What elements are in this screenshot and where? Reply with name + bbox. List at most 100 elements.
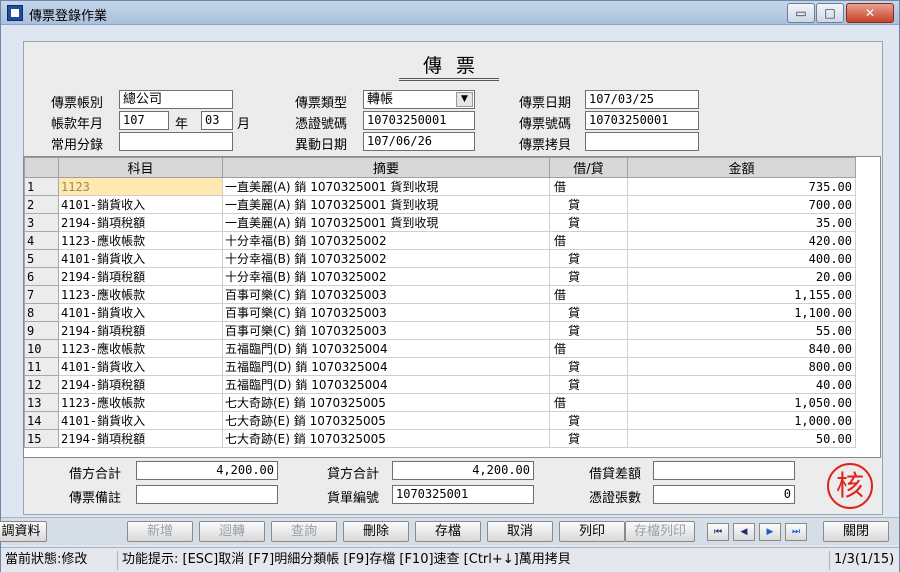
account-cell[interactable]: 4101-銷貨收入 <box>58 195 223 214</box>
account-cell[interactable]: 4101-銷貨收入 <box>58 357 223 376</box>
summary-cell[interactable]: 五福臨門(D) 銷 1070325004 <box>222 357 550 376</box>
summary-cell[interactable]: 百事可樂(C) 銷 1070325003 <box>222 285 550 304</box>
row-number[interactable]: 12 <box>24 375 59 394</box>
summary-cell[interactable]: 十分幸福(B) 銷 1070325002 <box>222 231 550 250</box>
fetch-data-button[interactable]: 調資料 <box>0 521 47 542</box>
table-row[interactable]: 15 2194-銷項稅額 七大奇跡(E) 銷 1070325005 貸 50.00 <box>24 429 856 448</box>
account-cell[interactable]: 2194-銷項稅額 <box>58 375 223 394</box>
query-button[interactable]: 查詢 <box>271 521 337 542</box>
add-button[interactable]: 新增 <box>127 521 193 542</box>
amount-cell[interactable]: 55.00 <box>627 321 856 340</box>
summary-cell[interactable]: 十分幸福(B) 銷 1070325002 <box>222 249 550 268</box>
dc-cell[interactable]: 貸 <box>549 321 628 340</box>
previous-record-icon[interactable]: ◀ <box>733 523 755 541</box>
common-entry-field[interactable] <box>119 132 233 151</box>
table-row[interactable]: 5 4101-銷貨收入 十分幸福(B) 銷 1070325002 貸 400.00 <box>24 249 856 268</box>
row-number[interactable]: 2 <box>24 195 59 214</box>
account-cell[interactable]: 1123-應收帳款 <box>58 393 223 412</box>
dc-cell[interactable]: 貸 <box>549 429 628 448</box>
close-button[interactable]: 關閉 <box>823 521 889 542</box>
amount-cell[interactable]: 35.00 <box>627 213 856 232</box>
print-button[interactable]: 列印 <box>559 521 625 542</box>
last-record-icon[interactable]: ⏭ <box>785 523 807 541</box>
minimize-button[interactable]: ▭ <box>787 3 815 23</box>
table-row[interactable]: 12 2194-銷項稅額 五福臨門(D) 銷 1070325004 貸 40.00 <box>24 375 856 394</box>
row-number[interactable]: 5 <box>24 249 59 268</box>
header-account[interactable]: 科目 <box>58 157 223 178</box>
dc-cell[interactable]: 貸 <box>549 213 628 232</box>
summary-cell[interactable]: 百事可樂(C) 銷 1070325003 <box>222 321 550 340</box>
dc-cell[interactable]: 借 <box>549 177 628 196</box>
dc-cell[interactable]: 借 <box>549 339 628 358</box>
dc-cell[interactable]: 借 <box>549 285 628 304</box>
number-field[interactable]: 10703250001 <box>585 111 699 130</box>
account-cell[interactable]: 4101-銷貨收入 <box>58 303 223 322</box>
row-number[interactable]: 7 <box>24 285 59 304</box>
table-row[interactable]: 9 2194-銷項稅額 百事可樂(C) 銷 1070325003 貸 55.00 <box>24 321 856 340</box>
summary-cell[interactable]: 一直美麗(A) 銷 1070325001 貨到收現 <box>222 177 550 196</box>
account-cell[interactable]: 4101-銷貨收入 <box>58 249 223 268</box>
amount-cell[interactable]: 840.00 <box>627 339 856 358</box>
maximize-button[interactable]: □ <box>816 3 844 23</box>
amount-cell[interactable]: 40.00 <box>627 375 856 394</box>
account-cell[interactable]: 1123-應收帳款 <box>58 339 223 358</box>
amount-cell[interactable]: 1,000.00 <box>627 411 856 430</box>
bill-number-field[interactable]: 1070325001 <box>392 485 534 504</box>
row-number[interactable]: 8 <box>24 303 59 322</box>
summary-cell[interactable]: 十分幸福(B) 銷 1070325002 <box>222 267 550 286</box>
dc-cell[interactable]: 貸 <box>549 303 628 322</box>
first-record-icon[interactable]: ⏮ <box>707 523 729 541</box>
amount-cell[interactable]: 420.00 <box>627 231 856 250</box>
dc-cell[interactable]: 貸 <box>549 411 628 430</box>
amount-cell[interactable]: 700.00 <box>627 195 856 214</box>
amount-cell[interactable]: 1,155.00 <box>627 285 856 304</box>
type-select[interactable]: 轉帳 ▼ <box>363 90 475 109</box>
account-cell[interactable]: 2194-銷項稅額 <box>58 321 223 340</box>
summary-cell[interactable]: 五福臨門(D) 銷 1070325004 <box>222 375 550 394</box>
dc-cell[interactable]: 借 <box>549 393 628 412</box>
account-cell[interactable]: 2194-銷項稅額 <box>58 429 223 448</box>
cancel-button[interactable]: 取消 <box>487 521 553 542</box>
account-cell[interactable]: 2194-銷項稅額 <box>58 213 223 232</box>
dc-cell[interactable]: 借 <box>549 231 628 250</box>
table-row[interactable]: 1 1123 一直美麗(A) 銷 1070325001 貨到收現借 735.00 <box>24 177 856 196</box>
date-field[interactable]: 107/03/25 <box>585 90 699 109</box>
table-row[interactable]: 3 2194-銷項稅額 一直美麗(A) 銷 1070325001 貨到收現貸 35.0… <box>24 213 856 232</box>
dc-cell[interactable]: 貸 <box>549 249 628 268</box>
row-number[interactable]: 15 <box>24 429 59 448</box>
amount-cell[interactable]: 50.00 <box>627 429 856 448</box>
table-row[interactable]: 10 1123-應收帳款 五福臨門(D) 銷 1070325004 借 840.00 <box>24 339 856 358</box>
amount-cell[interactable]: 735.00 <box>627 177 856 196</box>
table-row[interactable]: 4 1123-應收帳款 十分幸福(B) 銷 1070325002 借 420.00 <box>24 231 856 250</box>
summary-cell[interactable]: 七大奇跡(E) 銷 1070325005 <box>222 393 550 412</box>
amount-cell[interactable]: 20.00 <box>627 267 856 286</box>
row-number[interactable]: 4 <box>24 231 59 250</box>
account-cell[interactable]: 1123 <box>58 177 223 196</box>
row-number[interactable]: 14 <box>24 411 59 430</box>
table-row[interactable]: 13 1123-應收帳款 七大奇跡(E) 銷 1070325005 借 1,050.00 <box>24 393 856 412</box>
reverse-button[interactable]: 迴轉 <box>199 521 265 542</box>
amount-cell[interactable]: 1,100.00 <box>627 303 856 322</box>
table-row[interactable]: 11 4101-銷貨收入 五福臨門(D) 銷 1070325004 貸 800.00 <box>24 357 856 376</box>
account-cell[interactable]: 1123-應收帳款 <box>58 285 223 304</box>
summary-cell[interactable]: 百事可樂(C) 銷 1070325003 <box>222 303 550 322</box>
header-dc[interactable]: 借/貸 <box>549 157 628 178</box>
dc-cell[interactable]: 貸 <box>549 357 628 376</box>
row-number[interactable]: 11 <box>24 357 59 376</box>
approve-stamp-icon[interactable]: 核 <box>827 463 873 509</box>
amount-cell[interactable]: 800.00 <box>627 357 856 376</box>
voucher-count-field[interactable]: 0 <box>653 485 795 504</box>
amount-cell[interactable]: 400.00 <box>627 249 856 268</box>
save-print-button[interactable]: 存檔列印 <box>625 521 695 542</box>
table-row[interactable]: 14 4101-銷貨收入 七大奇跡(E) 銷 1070325005 貸 1,000.00 <box>24 411 856 430</box>
row-number[interactable]: 13 <box>24 393 59 412</box>
row-number[interactable]: 10 <box>24 339 59 358</box>
table-row[interactable]: 2 4101-銷貨收入 一直美麗(A) 銷 1070325001 貨到收現貸 700.… <box>24 195 856 214</box>
delete-button[interactable]: 刪除 <box>343 521 409 542</box>
summary-cell[interactable]: 一直美麗(A) 銷 1070325001 貨到收現 <box>222 195 550 214</box>
amount-cell[interactable]: 1,050.00 <box>627 393 856 412</box>
copy-field[interactable] <box>585 132 699 151</box>
table-row[interactable]: 8 4101-銷貨收入 百事可樂(C) 銷 1070325003 貸 1,100.00 <box>24 303 856 322</box>
row-number[interactable]: 1 <box>24 177 59 196</box>
dc-cell[interactable]: 貸 <box>549 267 628 286</box>
